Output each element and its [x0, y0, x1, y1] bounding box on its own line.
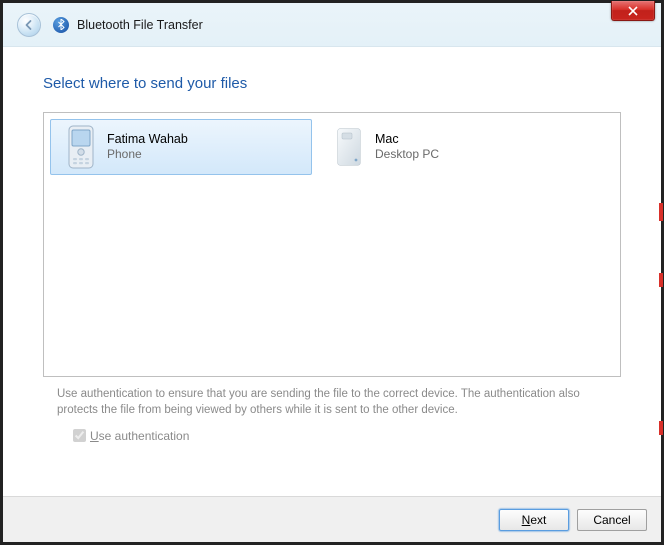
desktop-icon	[327, 125, 371, 169]
titlebar: Bluetooth File Transfer	[3, 3, 661, 47]
device-type: Desktop PC	[375, 147, 571, 163]
bluetooth-icon	[53, 17, 69, 33]
wizard-content: Select where to send your files Fatima W…	[3, 47, 661, 455]
cancel-button[interactable]: Cancel	[577, 509, 647, 531]
device-item-phone[interactable]: Fatima Wahab Phone	[50, 119, 312, 175]
back-button[interactable]	[17, 13, 41, 37]
close-button[interactable]	[611, 1, 655, 21]
back-arrow-icon	[23, 19, 35, 31]
phone-icon	[59, 125, 103, 169]
next-button[interactable]: Next	[499, 509, 569, 531]
page-heading: Select where to send your files	[43, 75, 621, 92]
device-name: Mac	[375, 131, 571, 147]
use-authentication-checkbox[interactable]	[73, 429, 86, 442]
window-title: Bluetooth File Transfer	[77, 18, 203, 32]
device-item-desktop[interactable]: Mac Desktop PC	[318, 119, 580, 175]
use-authentication-label: Use authentication	[90, 429, 189, 443]
authentication-hint: Use authentication to ensure that you ar…	[43, 377, 621, 424]
close-icon	[628, 6, 638, 16]
use-authentication-row: Use authentication	[43, 424, 621, 445]
device-name: Fatima Wahab	[107, 131, 303, 147]
wizard-footer: Next Cancel	[3, 496, 661, 542]
edge-artifact	[659, 273, 663, 287]
edge-artifact	[659, 203, 663, 221]
device-list[interactable]: Fatima Wahab Phone	[43, 112, 621, 377]
edge-artifact	[659, 421, 663, 435]
device-type: Phone	[107, 147, 303, 163]
